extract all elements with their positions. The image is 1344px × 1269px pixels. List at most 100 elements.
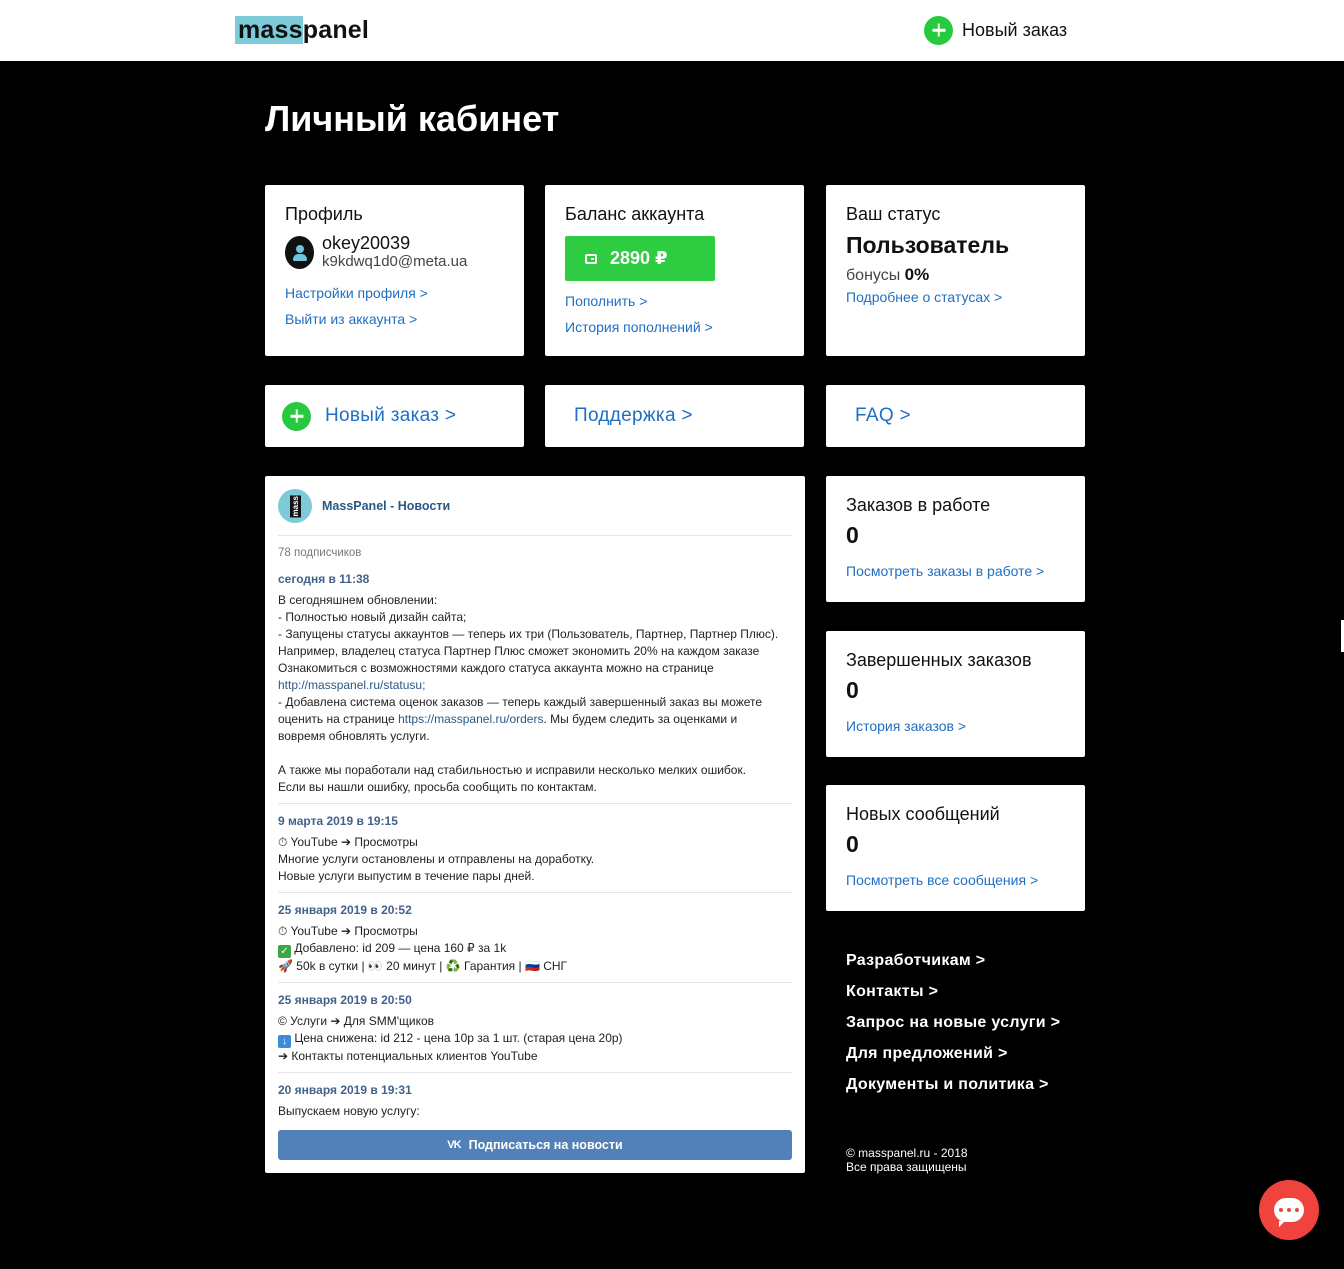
nav-faq-label: FAQ >	[855, 405, 911, 426]
completed-orders-title: Завершенных заказов	[846, 650, 1032, 670]
group-avatar[interactable]: mass	[278, 489, 312, 523]
nav-support-card[interactable]: Поддержка >	[545, 385, 804, 447]
post-line: Например, владелец статуса Партнер Плюс …	[278, 644, 760, 658]
post-line: ↓ Цена снижена: id 212 - цена 10р за 1 ш…	[278, 1030, 792, 1048]
subscriber-count: 78 подписчиков	[278, 547, 362, 559]
page-title: Личный кабинет	[265, 98, 560, 139]
profile-title: Профиль	[285, 204, 363, 224]
check-mark-icon: ✓	[278, 945, 291, 958]
post-date[interactable]: 25 января 2019 в 20:50	[278, 992, 792, 1009]
post-line: - Добавлена система оценок заказов — теп…	[278, 695, 763, 709]
post-line: ⏱ YouTube ➔ Просмотры	[278, 924, 418, 938]
rights-line: Все права защищены	[846, 1160, 967, 1174]
vk-icon: VK	[447, 1139, 461, 1151]
plus-circle-icon	[282, 401, 311, 431]
post-line: http://masspanel.ru/statusu;	[278, 677, 792, 694]
group-avatar-text: mass	[289, 494, 301, 518]
completed-orders-value: 0	[846, 677, 859, 703]
topup-history-link[interactable]: История пополнений >	[565, 319, 784, 335]
bonus-value: 0%	[904, 265, 930, 284]
post-line: В сегодняшнем обновлении:	[278, 593, 438, 607]
news-post: сегодня в 11:38 В сегодняшнем обновлении…	[278, 559, 792, 804]
bonus-label: бонусы	[846, 267, 901, 284]
profile-card: Профиль okey20039 k9kdwq1d0@meta.ua Наст…	[265, 185, 524, 356]
nav-faq-card[interactable]: FAQ >	[826, 385, 1085, 447]
post-line: ➔ Контакты потенциальных клиентов YouTub…	[278, 1049, 538, 1063]
subscribe-button[interactable]: VK Подписаться на новости	[278, 1130, 792, 1160]
user-email: k9kdwq1d0@meta.ua	[322, 253, 468, 270]
topup-link[interactable]: Пополнить >	[565, 293, 784, 309]
username: okey20039	[322, 233, 411, 253]
news-widget: mass MassPanel - Новости 78 подписчиков …	[265, 476, 805, 1173]
post-line: - Полностью новый дизайн сайта;	[278, 610, 467, 624]
post-date[interactable]: сегодня в 11:38	[278, 571, 792, 588]
header-new-order-button[interactable]: Новый заказ	[924, 15, 1067, 45]
post-line: Выпускаем новую услугу:	[278, 1104, 420, 1118]
balance-title: Баланс аккаунта	[565, 204, 705, 224]
copyright-line: © masspanel.ru - 2018	[846, 1146, 968, 1160]
post-line: Ознакомиться с возможностями каждого ста…	[278, 661, 714, 675]
header-new-order-label: Новый заказ	[962, 19, 1068, 40]
status-more-link[interactable]: Подробнее о статусах >	[846, 289, 1065, 305]
status-title: Ваш статус	[846, 204, 941, 224]
post-line: ✓ Добавлено: id 209 — цена 160 ₽ за 1k	[278, 940, 792, 958]
all-messages-link[interactable]: Посмотреть все сообщения >	[846, 872, 1065, 888]
balance-card: Баланс аккаунта 2890 ₽ Пополнить > Истор…	[545, 185, 804, 356]
post-text: . Мы будем следить за оценками и	[543, 712, 738, 726]
logo[interactable]: masspanel	[235, 14, 369, 46]
post-line: © Услуги ➔ Для SMM'щиков	[278, 1014, 435, 1028]
orders-in-progress-card: Заказов в работе 0 Посмотреть заказы в р…	[826, 476, 1085, 602]
news-post: 25 января 2019 в 20:52 ⏱ YouTube ➔ Просм…	[278, 893, 792, 983]
nav-new-order-card[interactable]: Новый заказ >	[265, 385, 524, 447]
balance-amount: 2890 ₽	[610, 248, 668, 268]
subscribe-label: Подписаться на новости	[468, 1138, 623, 1152]
post-date[interactable]: 25 января 2019 в 20:52	[278, 902, 792, 919]
news-post: 20 января 2019 в 19:31 Выпускаем новую у…	[278, 1073, 792, 1127]
post-line: Если вы нашли ошибку, просьба сообщить п…	[278, 780, 597, 794]
plus-circle-icon	[924, 15, 953, 45]
status-name: Пользователь	[846, 232, 1010, 258]
statuses-link[interactable]: http://masspanel.ru/statusu;	[278, 678, 425, 692]
nav-new-order-label: Новый заказ >	[325, 405, 457, 426]
footer-link-developers[interactable]: Разработчикам >	[846, 945, 1060, 976]
footer-link-documents[interactable]: Документы и политика >	[846, 1069, 1060, 1100]
post-date[interactable]: 9 марта 2019 в 19:15	[278, 813, 792, 830]
down-arrow-icon: ↓	[278, 1035, 291, 1048]
wallet-icon	[585, 253, 597, 264]
post-text: Добавлено: id 209 — цена 160 ₽ за 1k	[294, 941, 507, 955]
profile-settings-link[interactable]: Настройки профиля >	[285, 285, 504, 301]
group-name[interactable]: MassPanel - Новости	[322, 499, 450, 513]
footer-links: Разработчикам > Контакты > Запрос на нов…	[846, 945, 1060, 1100]
post-line: Многие услуги остановлены и отправлены н…	[278, 852, 595, 866]
orders-in-progress-title: Заказов в работе	[846, 495, 991, 515]
order-history-link[interactable]: История заказов >	[846, 718, 1065, 734]
post-line: оценить на странице https://masspanel.ru…	[278, 711, 792, 728]
post-line: вовремя обновлять услуги.	[278, 729, 430, 743]
post-text: Цена снижена: id 212 - цена 10р за 1 шт.…	[294, 1031, 623, 1045]
new-messages-title: Новых сообщений	[846, 804, 1000, 824]
status-card: Ваш статус Пользователь бонусы 0% Подроб…	[826, 185, 1085, 356]
orders-in-progress-value: 0	[846, 522, 859, 548]
post-line: ⏱ YouTube ➔ Просмотры	[278, 835, 418, 849]
chat-icon	[1274, 1198, 1304, 1227]
nav-support-label: Поддержка >	[574, 405, 693, 426]
post-line: Новые услуги выпустим в течение пары дне…	[278, 869, 535, 883]
orders-in-progress-link[interactable]: Посмотреть заказы в работе >	[846, 563, 1065, 579]
footer-link-proposals[interactable]: Для предложений >	[846, 1038, 1060, 1069]
user-avatar-icon	[285, 235, 314, 269]
post-line: 🚀 50k в сутки | 👀 20 минут | ♻️ Гарантия…	[278, 959, 568, 973]
post-date[interactable]: 20 января 2019 в 19:31	[278, 1082, 792, 1099]
news-post: 25 января 2019 в 20:50 © Услуги ➔ Для SM…	[278, 983, 792, 1073]
balance-amount-button[interactable]: 2890 ₽	[565, 236, 715, 281]
footer-link-contacts[interactable]: Контакты >	[846, 976, 1060, 1007]
orders-link[interactable]: https://masspanel.ru/orders	[398, 712, 543, 726]
new-messages-card: Новых сообщений 0 Посмотреть все сообщен…	[826, 785, 1085, 911]
footer-link-service-request[interactable]: Запрос на новые услуги >	[846, 1007, 1060, 1038]
new-messages-value: 0	[846, 831, 859, 857]
chat-button[interactable]	[1259, 1180, 1319, 1240]
post-line: А также мы поработали над стабильностью …	[278, 763, 747, 777]
top-bar: masspanel Новый заказ	[0, 0, 1344, 61]
logo-highlight: mass	[235, 16, 303, 44]
logout-link[interactable]: Выйти из аккаунта >	[285, 311, 504, 327]
completed-orders-card: Завершенных заказов 0 История заказов >	[826, 631, 1085, 757]
